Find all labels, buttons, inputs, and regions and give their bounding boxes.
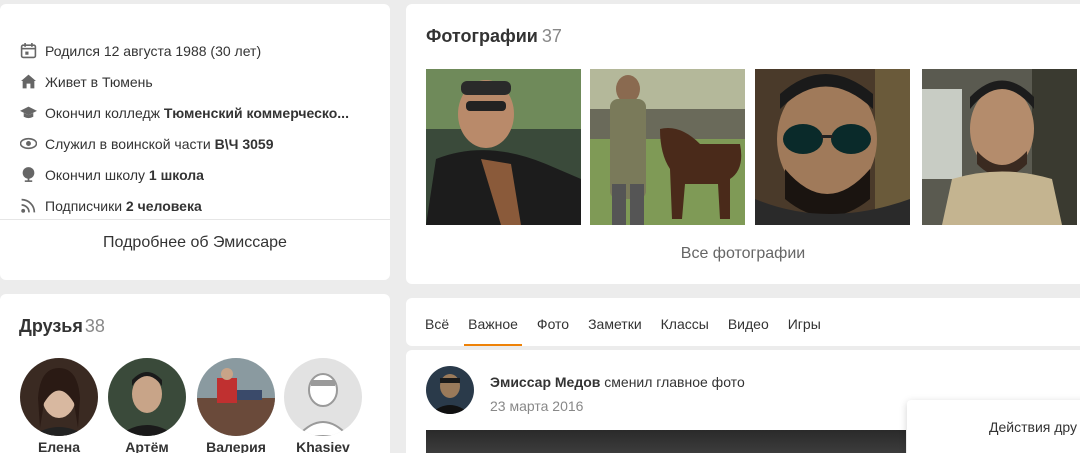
tab-important[interactable]: Важное [464,298,522,346]
tab-photo[interactable]: Фото [537,298,569,346]
divider [0,219,390,220]
about-item-school: Окончил школу 1 школа [19,159,390,190]
about-text: Окончил колледж Тюменский коммерческо... [45,104,349,121]
rss-icon [19,197,37,215]
friends-actions-label[interactable]: Действия дру [989,419,1077,435]
school-link[interactable]: 1 школа [149,167,204,183]
friends-actions-popup: Действия дру [907,400,1080,453]
about-item-college: Окончил колледж Тюменский коммерческо... [19,97,390,128]
tab-games[interactable]: Игры [788,298,821,346]
graduation-cap-icon [19,104,37,122]
home-icon [19,73,37,91]
about-item-military: Служил в воинской части В\Ч 3059 [19,128,390,159]
about-text: Живет в Тюмень [45,73,153,90]
military-unit-link[interactable]: В\Ч 3059 [215,136,274,152]
calendar-icon [19,42,37,60]
about-item-home: Живет в Тюмень [19,66,390,97]
photo-thumbnail[interactable] [590,69,745,225]
photos-card: Фотографии 37 Все фотографии [406,4,1080,284]
about-text: Подписчики 2 человека [45,197,202,214]
photos-title: Фотографии [426,26,538,46]
about-text: Родился 12 августа 1988 (30 лет) [45,42,262,59]
post-action: сменил главное фото [600,374,745,390]
photos-count: 37 [541,26,562,46]
friend-item[interactable]: Артём [107,358,187,453]
post-date: 23 марта 2016 [490,398,584,414]
friend-name: Khasiev [296,439,350,453]
avatar [108,358,186,436]
friends-card: Друзья 38 Елена Артём Валерия Khasiev [0,294,390,453]
school-icon [19,166,37,184]
feed-tabs: Всё Важное Фото Заметки Классы Видео Игр… [406,298,1080,346]
friend-name: Артём [125,439,169,453]
college-link[interactable]: Тюменский коммерческо... [164,105,349,121]
avatar [20,358,98,436]
photo-thumbnail[interactable] [922,69,1077,225]
friend-item[interactable]: Елена [19,358,99,453]
more-about-link[interactable]: Подробнее об Эмиссаре [0,234,390,252]
friends-title: Друзья [19,316,83,336]
tab-all[interactable]: Всё [425,298,449,346]
photo-thumbnail[interactable] [755,69,910,225]
tab-video[interactable]: Видео [728,298,769,346]
about-text: Окончил школу 1 школа [45,166,204,183]
tab-likes[interactable]: Классы [661,298,709,346]
friend-item[interactable]: Валерия [196,358,276,453]
about-text: Служил в воинской части В\Ч 3059 [45,135,274,152]
all-photos-link[interactable]: Все фотографии [406,245,1080,263]
friends-count: 38 [84,316,105,336]
friend-name: Елена [37,439,81,453]
photos-heading[interactable]: Фотографии 37 [426,26,562,47]
avatar [197,358,275,436]
post-headline: Эмиссар Медов сменил главное фото [490,374,745,390]
photo-thumbnail[interactable] [426,69,581,225]
tab-notes[interactable]: Заметки [588,298,642,346]
about-item-birthday: Родился 12 августа 1988 (30 лет) [19,35,390,66]
about-item-subscribers: Подписчики 2 человека [19,190,390,221]
feed-tabs-card: Всё Важное Фото Заметки Классы Видео Игр… [406,298,1080,346]
post-author-link[interactable]: Эмиссар Медов [490,374,600,390]
avatar [284,358,362,436]
friends-heading[interactable]: Друзья 38 [19,316,105,337]
subscribers-link[interactable]: 2 человека [126,198,202,214]
post-image[interactable] [426,430,906,453]
friend-name: Валерия [206,439,266,453]
about-list: Родился 12 августа 1988 (30 лет) Живет в… [0,4,390,221]
about-card: Родился 12 августа 1988 (30 лет) Живет в… [0,4,390,280]
avatar[interactable] [426,366,474,414]
friend-item[interactable]: Khasiev [283,358,363,453]
military-icon [19,135,37,153]
